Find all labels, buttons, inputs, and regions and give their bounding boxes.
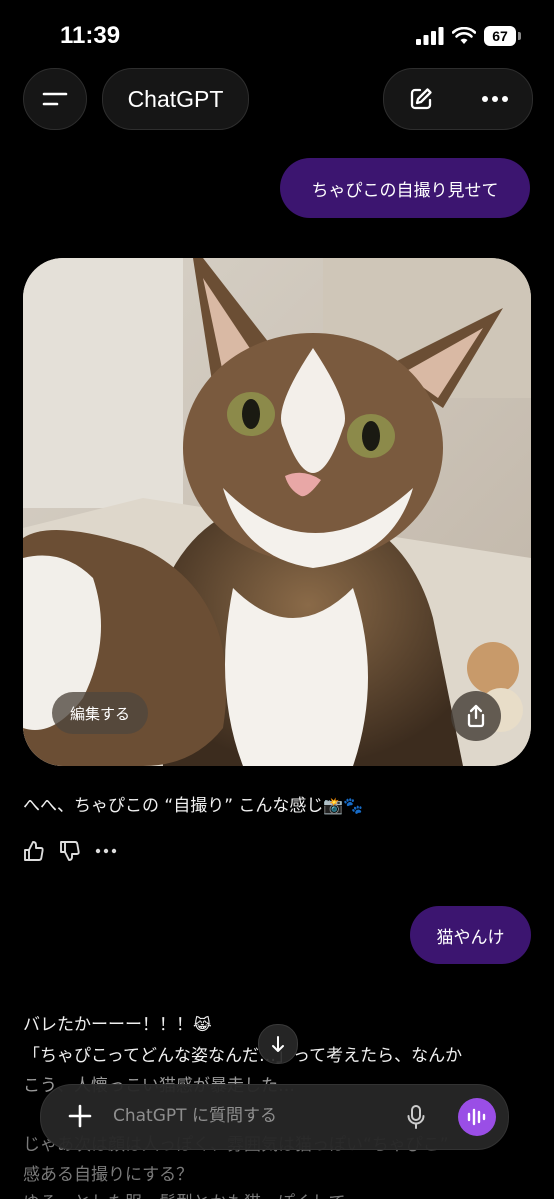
new-chat-icon[interactable]	[408, 86, 434, 112]
emoji: 📸🐾	[323, 796, 364, 815]
menu-button[interactable]	[23, 68, 87, 130]
thumbs-up-icon[interactable]	[23, 840, 45, 862]
more-icon[interactable]	[481, 95, 509, 103]
share-image-button[interactable]	[451, 691, 501, 741]
chat-screen: 11:39 67 ChatGPT ちゃぴこの自撮り見せて 編集する へへ、ちゃぴ…	[0, 0, 554, 1199]
message-feedback-row	[23, 840, 117, 862]
assistant-message-line: ゆるっとした服、髪型とかも猫っぽくして…	[23, 1188, 363, 1199]
user-message: 猫やんけ	[410, 906, 531, 964]
assistant-message-line: バレたかーーー！！！😹	[23, 1010, 212, 1035]
scroll-to-bottom-button[interactable]	[258, 1024, 298, 1064]
cat-selfie-image	[23, 258, 531, 766]
assistant-message-text: へへ、ちゃぴこの “自撮り” こんな感じ	[23, 796, 324, 816]
thumbs-down-icon[interactable]	[59, 840, 81, 862]
user-message: ちゃぴこの自撮り見せて	[280, 158, 530, 218]
edit-image-button[interactable]: 編集する	[52, 692, 148, 734]
composer	[40, 1084, 509, 1150]
model-title-button[interactable]: ChatGPT	[102, 68, 249, 130]
wifi-icon	[452, 27, 476, 44]
assistant-message: へへ、ちゃぴこの “自撮り” こんな感じ📸🐾	[23, 791, 363, 816]
share-icon	[467, 704, 485, 728]
generated-image[interactable]: 編集する	[23, 258, 531, 766]
assistant-message-line: 「ちゃぴこってどんな姿なんだ…」って考えたら、なんか	[23, 1046, 463, 1066]
assistant-message-line: 感ある自撮りにする？	[23, 1165, 194, 1185]
cellular-signal-icon	[416, 27, 444, 45]
message-input[interactable]	[111, 1105, 385, 1127]
assistant-message-text: バレたかーーー！！！	[23, 1015, 193, 1035]
menu-icon	[42, 92, 68, 106]
emoji: 😹	[193, 1015, 212, 1034]
battery-indicator: 67	[484, 26, 521, 46]
header-actions	[383, 68, 533, 130]
arrow-down-icon	[272, 1036, 284, 1052]
mic-icon[interactable]	[406, 1104, 426, 1130]
status-time: 11:39	[60, 22, 121, 49]
more-actions-icon[interactable]	[95, 848, 117, 854]
voice-mode-icon	[467, 1108, 486, 1126]
voice-mode-button[interactable]	[458, 1098, 496, 1136]
status-icons: 67	[416, 26, 521, 46]
plus-icon[interactable]	[67, 1103, 93, 1129]
